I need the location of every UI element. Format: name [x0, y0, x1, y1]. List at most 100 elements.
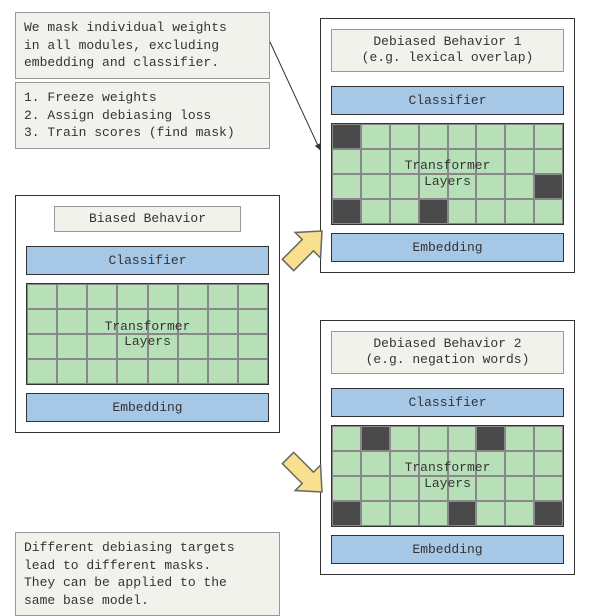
cell	[419, 149, 448, 174]
cell	[390, 451, 419, 476]
cell	[361, 199, 390, 224]
note-mask-scope: We mask individual weights in all module…	[15, 12, 270, 79]
cell-masked	[448, 501, 477, 526]
cell	[476, 501, 505, 526]
cell	[448, 149, 477, 174]
block-classifier: Classifier	[26, 246, 269, 275]
transformer-grid-biased: Transformer Layers	[26, 283, 269, 385]
arrow-to-deb1	[275, 218, 335, 278]
cell	[476, 199, 505, 224]
cell	[178, 309, 208, 334]
cell	[148, 284, 178, 309]
cell	[27, 284, 57, 309]
cell-masked	[361, 426, 390, 451]
cell	[27, 359, 57, 384]
block-classifier: Classifier	[331, 388, 564, 417]
block-embedding: Embedding	[331, 233, 564, 262]
cell	[117, 359, 147, 384]
cell	[361, 451, 390, 476]
cell	[238, 359, 268, 384]
panel-biased: Biased Behavior Classifier Transformer L…	[15, 195, 280, 433]
cell	[476, 149, 505, 174]
cell	[448, 124, 477, 149]
cell	[361, 124, 390, 149]
cell	[117, 309, 147, 334]
cell	[505, 451, 534, 476]
cell	[448, 476, 477, 501]
cell	[390, 476, 419, 501]
cell	[148, 334, 178, 359]
cell	[534, 199, 563, 224]
cell	[476, 174, 505, 199]
cell	[505, 501, 534, 526]
cell	[476, 451, 505, 476]
cell	[390, 426, 419, 451]
cell	[361, 501, 390, 526]
cell	[534, 124, 563, 149]
cell	[27, 309, 57, 334]
cell	[27, 334, 57, 359]
cell-masked	[332, 501, 361, 526]
cell-masked	[534, 501, 563, 526]
cell	[476, 476, 505, 501]
cell	[332, 451, 361, 476]
cell	[87, 309, 117, 334]
cell	[238, 334, 268, 359]
cell	[448, 199, 477, 224]
cell	[208, 334, 238, 359]
cell	[390, 174, 419, 199]
cell	[57, 309, 87, 334]
cell	[448, 426, 477, 451]
cell-masked	[332, 199, 361, 224]
block-embedding: Embedding	[26, 393, 269, 422]
panel-deb2-title: Debiased Behavior 2 (e.g. negation words…	[331, 331, 564, 374]
cell	[57, 284, 87, 309]
cell	[419, 124, 448, 149]
panel-biased-title: Biased Behavior	[54, 206, 241, 232]
cell	[332, 174, 361, 199]
note-different-targets: Different debiasing targets lead to diff…	[15, 532, 280, 616]
cell	[208, 309, 238, 334]
cell	[332, 149, 361, 174]
arrow-to-deb2	[275, 445, 335, 505]
cell	[419, 451, 448, 476]
cell	[208, 359, 238, 384]
cell	[148, 359, 178, 384]
cell	[57, 359, 87, 384]
cell	[505, 426, 534, 451]
cell	[87, 334, 117, 359]
panel-debiased-1: Debiased Behavior 1 (e.g. lexical overla…	[320, 18, 575, 273]
panel-deb1-title: Debiased Behavior 1 (e.g. lexical overla…	[331, 29, 564, 72]
cell	[534, 451, 563, 476]
cell	[419, 174, 448, 199]
cell	[448, 451, 477, 476]
transformer-grid-deb2: Transformer Layers	[331, 425, 564, 527]
cell	[361, 174, 390, 199]
cell	[238, 309, 268, 334]
cell-masked	[534, 174, 563, 199]
cell	[208, 284, 238, 309]
cell	[361, 149, 390, 174]
cell	[505, 124, 534, 149]
panel-debiased-2: Debiased Behavior 2 (e.g. negation words…	[320, 320, 575, 575]
cell	[117, 334, 147, 359]
cell	[361, 476, 390, 501]
cell	[390, 199, 419, 224]
cell	[178, 284, 208, 309]
cell	[332, 476, 361, 501]
cell	[534, 149, 563, 174]
cell	[505, 199, 534, 224]
transformer-grid-deb1: Transformer Layers	[331, 123, 564, 225]
cell	[476, 124, 505, 149]
cell	[390, 501, 419, 526]
cell	[505, 149, 534, 174]
cell	[178, 334, 208, 359]
note-steps: 1. Freeze weights 2. Assign debiasing lo…	[15, 82, 270, 149]
cell	[87, 359, 117, 384]
cell	[57, 334, 87, 359]
cell	[390, 149, 419, 174]
cell	[178, 359, 208, 384]
cell	[505, 174, 534, 199]
cell	[448, 174, 477, 199]
cell	[390, 124, 419, 149]
